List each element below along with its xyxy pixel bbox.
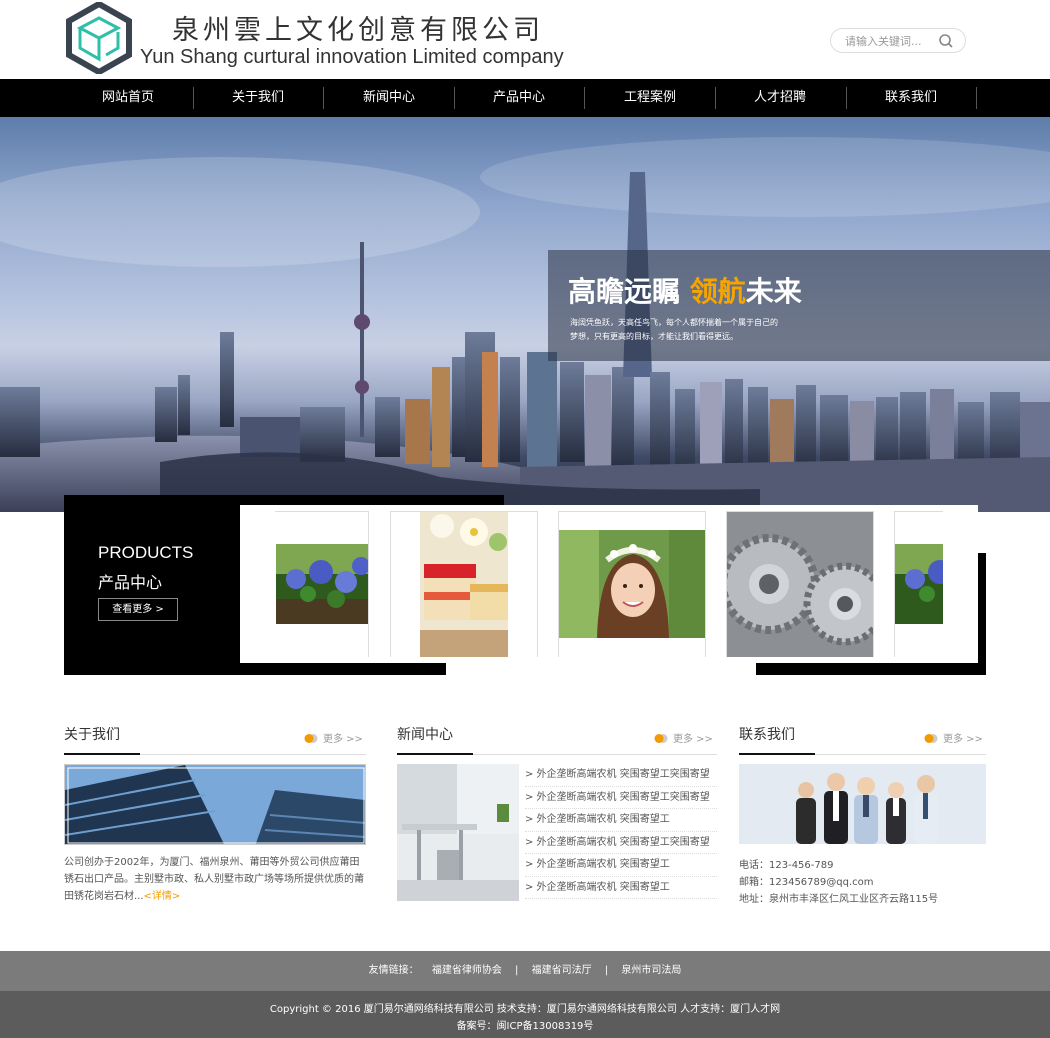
link-separator: | xyxy=(515,965,519,976)
news-item[interactable]: > 外企垄断高端农机 突围寄望工 xyxy=(525,877,717,899)
nav-item-jobs[interactable]: 人才招聘 xyxy=(715,79,845,117)
decor-bar xyxy=(978,553,986,675)
contact-address: 地址：泉州市丰泽区仁风工业区齐云路115号 xyxy=(739,894,939,905)
about-title: 关于我们 xyxy=(64,727,120,743)
friend-link[interactable]: 泉州市司法局 xyxy=(621,965,681,976)
hero-banner[interactable]: 高瞻远瞩 领航未来 海阔凭鱼跃，天高任鸟飞，每个人都怀揣着一个属于自己的梦想，只… xyxy=(0,117,1050,512)
office-building-image xyxy=(64,764,366,845)
decor-bar xyxy=(240,663,446,675)
products-track xyxy=(275,511,943,657)
smiling-girl-portrait-image xyxy=(559,530,705,638)
cake-dessert-image xyxy=(420,512,508,657)
contact-phone: 电话：123-456-789 xyxy=(739,860,834,871)
friend-link[interactable]: 福建省司法厅 xyxy=(532,965,592,976)
search-icon[interactable] xyxy=(937,33,955,49)
search-input[interactable] xyxy=(845,32,939,50)
news-item[interactable]: > 外企垄断高端农机 突围寄望工 xyxy=(525,854,717,877)
site-header: 泉州雲上文化创意有限公司 Yun Shang curtural innovati… xyxy=(0,0,1050,79)
main-nav: 网站首页 关于我们 新闻中心 产品中心 工程案例 人才招聘 联系我们 xyxy=(0,79,1050,117)
decor-bar xyxy=(756,663,986,675)
news-item[interactable]: > 外企垄断高端农机 突围寄望工突围寄望 xyxy=(525,787,717,809)
nav-item-home[interactable]: 网站首页 xyxy=(63,79,193,117)
detail-link[interactable]: <详情> xyxy=(144,891,181,902)
copyright-text: Copyright © 2016 厦门易尔通网络科技有限公司 技术支持：厦门易尔… xyxy=(269,1004,781,1015)
about-section: 关于我们 更多 >> 公司创办于2002年，为厦门、福州泉州、莆田等外贸公司供应… xyxy=(64,724,366,914)
hydrangea-garden-image xyxy=(895,544,943,624)
news-item[interactable]: > 外企垄断高端农机 突围寄望工 xyxy=(525,809,717,832)
products-title-cn: 产品中心 xyxy=(98,573,163,592)
company-logo-icon[interactable] xyxy=(66,0,132,76)
nav-item-about[interactable]: 关于我们 xyxy=(193,79,323,117)
toggle-icon xyxy=(654,734,668,743)
nav-item-news[interactable]: 新闻中心 xyxy=(324,79,454,117)
product-card[interactable] xyxy=(390,511,538,657)
product-card[interactable] xyxy=(726,511,874,657)
banner-caption: 高瞻远瞩 领航未来 海阔凭鱼跃，天高任鸟飞，每个人都怀揣着一个属于自己的梦想，只… xyxy=(548,250,1050,361)
more-label: 更多 >> xyxy=(943,734,983,745)
company-name-en: Yun Shang curtural innovation Limited co… xyxy=(140,46,564,68)
products-section: PRODUCTS 产品中心 查看更多 > xyxy=(0,495,1050,677)
steel-gears-image xyxy=(727,512,873,657)
nav-item-contact[interactable]: 联系我们 xyxy=(846,79,976,117)
title-underline xyxy=(739,753,815,755)
title-underline xyxy=(397,753,473,755)
product-card[interactable] xyxy=(275,511,369,657)
contact-section: 联系我们 更多 >> 电话：123-456-789 邮箱：123456789@q… xyxy=(739,724,986,914)
more-label: 更多 >> xyxy=(323,734,363,745)
about-description: 公司创办于2002年，为厦门、福州泉州、莆田等外贸公司供应莆田锈石出口产品。主别… xyxy=(64,857,364,902)
banner-title: 高瞻远瞩 领航未来 xyxy=(568,270,802,310)
friend-links-label: 友情链接： xyxy=(368,965,419,976)
contact-title: 联系我们 xyxy=(739,727,795,743)
banner-title-part: 高瞻远瞩 xyxy=(568,275,681,308)
more-label: 更多 >> xyxy=(673,734,713,745)
about-more-link[interactable]: 更多 >> xyxy=(304,730,363,745)
title-underline xyxy=(64,753,140,755)
toggle-icon xyxy=(924,734,938,743)
nav-item-products[interactable]: 产品中心 xyxy=(454,79,584,117)
office-interior-image xyxy=(397,764,519,901)
nav-item-cases[interactable]: 工程案例 xyxy=(585,79,715,117)
view-more-button[interactable]: 查看更多 > xyxy=(98,598,178,621)
banner-title-highlight: 领航 xyxy=(689,275,746,308)
friend-links-bar: 友情链接： 福建省律师协会 | 福建省司法厅 | 泉州市司法局 xyxy=(0,951,1050,991)
news-item[interactable]: > 外企垄断高端农机 突围寄望工突围寄望 xyxy=(525,832,717,854)
news-more-link[interactable]: 更多 >> xyxy=(654,730,713,745)
contact-email[interactable]: 邮箱：123456789@qq.com xyxy=(739,873,874,888)
news-item[interactable]: > 外企垄断高端农机 突围寄望工突围寄望 xyxy=(525,764,717,787)
news-title: 新闻中心 xyxy=(397,727,453,743)
product-card[interactable] xyxy=(558,511,706,657)
about-text: 公司创办于2002年，为厦门、福州泉州、莆田等外贸公司供应莆田锈石出口产品。主别… xyxy=(64,854,366,905)
nav-divider xyxy=(976,87,977,109)
friend-link[interactable]: 福建省律师协会 xyxy=(432,965,502,976)
toggle-icon xyxy=(304,734,318,743)
decor-bar xyxy=(240,495,504,505)
icp-text: 备案号：闽ICP备13008319号 xyxy=(456,1021,594,1032)
hydrangea-garden-image xyxy=(276,544,368,624)
business-team-image xyxy=(739,764,986,844)
link-separator: | xyxy=(604,965,609,976)
product-card[interactable] xyxy=(894,511,943,657)
banner-description: 海阔凭鱼跃，天高任鸟飞，每个人都怀揣着一个属于自己的梦想，只有更高的目标，才能让… xyxy=(570,318,778,341)
search-box xyxy=(830,28,966,53)
news-list: > 外企垄断高端农机 突围寄望工突围寄望 > 外企垄断高端农机 突围寄望工突围寄… xyxy=(525,764,717,899)
site-footer: Copyright © 2016 厦门易尔通网络科技有限公司 技术支持：厦门易尔… xyxy=(0,991,1050,1038)
products-title-en: PRODUCTS xyxy=(98,543,194,562)
products-carousel xyxy=(240,505,978,663)
products-heading-panel: PRODUCTS 产品中心 查看更多 > xyxy=(64,495,240,675)
company-name-cn: 泉州雲上文化创意有限公司 xyxy=(172,15,544,46)
contact-more-link[interactable]: 更多 >> xyxy=(924,730,983,745)
news-section: 新闻中心 更多 >> > 外企垄断高端农机 突围寄望工突围寄望 > 外企垄断高端… xyxy=(397,724,717,914)
banner-title-part: 未来 xyxy=(745,275,802,308)
